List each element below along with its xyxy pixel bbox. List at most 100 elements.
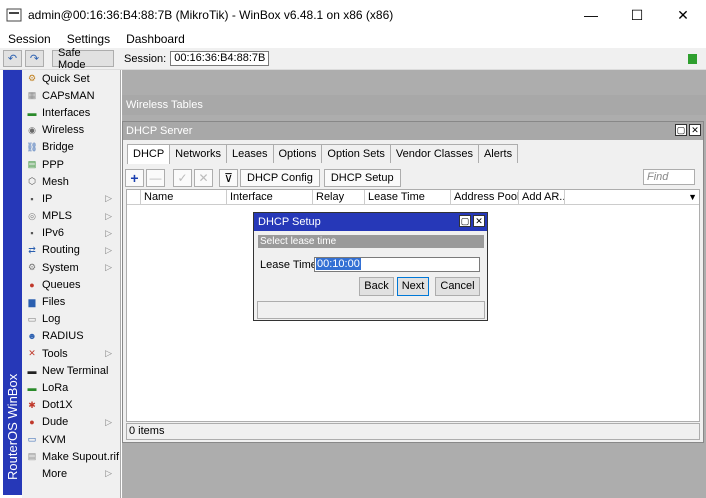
submenu-arrow-icon: ▷ (105, 244, 112, 255)
restore-icon[interactable]: ▢ (459, 215, 471, 227)
wireless-tables-window[interactable]: Wireless Tables (122, 95, 706, 115)
close-icon[interactable]: ✕ (689, 124, 701, 136)
sidebar-item-mpls[interactable]: ◎ MPLS ▷ (22, 208, 120, 225)
sidebar-item-queues[interactable]: ● Queues (22, 276, 120, 293)
sidebar-item-make-supout-rif[interactable]: ▤ Make Supout.rif (22, 448, 120, 465)
lease-time-input[interactable]: 00:10:00 (314, 257, 480, 272)
tab-networks[interactable]: Networks (169, 144, 228, 163)
add-icon[interactable]: + (125, 169, 144, 187)
enable-icon[interactable]: ✓ (173, 169, 192, 187)
ipv6-icon: ▪ (30, 228, 34, 239)
close-icon[interactable]: ✕ (473, 215, 485, 227)
tab-alerts[interactable]: Alerts (477, 144, 519, 163)
sidebar-item-interfaces[interactable]: ▬ Interfaces (22, 104, 120, 121)
sidebar-item-system[interactable]: ⚙ System ▷ (22, 259, 120, 276)
back-button[interactable]: Back (359, 277, 394, 296)
dhcp-server-titlebar[interactable]: DHCP Server ▢ ✕ (123, 122, 703, 140)
winbox-app-icon (6, 8, 22, 22)
sidebar-item-ip[interactable]: ▪ IP ▷ (22, 190, 120, 207)
sidebar-item-dot1x[interactable]: ✱ Dot1X (22, 397, 120, 414)
close-button[interactable]: ✕ (660, 0, 706, 30)
system-icon: ⚙ (27, 262, 37, 273)
disable-icon[interactable]: ✕ (194, 169, 213, 187)
sidebar-item-more[interactable]: More ▷ (22, 465, 120, 482)
column-address-pool[interactable]: Address Pool (451, 190, 519, 204)
sidebar-item-label: Dude (42, 416, 69, 429)
radius-icon: ☻ (27, 331, 37, 342)
dhcp-server-title: DHCP Server (126, 125, 193, 137)
sidebar-item-new-terminal[interactable]: ▬ New Terminal (22, 362, 120, 379)
remove-icon[interactable]: — (146, 169, 165, 187)
routing-icon: ⇄ (28, 244, 36, 255)
minimize-button[interactable]: — (568, 0, 614, 30)
sidebar-item-files[interactable]: ▆ Files (22, 293, 120, 310)
find-input[interactable]: Find (643, 169, 695, 185)
submenu-arrow-icon: ▷ (105, 262, 112, 273)
sidebar-item-label: Quick Set (42, 72, 90, 85)
quickset-icon: ⚙ (27, 73, 37, 84)
restore-icon[interactable]: ▢ (675, 124, 687, 136)
sidebar-item-label: Mesh (42, 175, 69, 188)
maximize-button[interactable]: ☐ (614, 0, 660, 30)
menu-settings[interactable]: Settings (59, 32, 118, 46)
ip-icon: ▪ (30, 193, 34, 204)
column-lease-time[interactable]: Lease Time (365, 190, 451, 204)
filter-icon[interactable]: ⊽ (219, 169, 238, 187)
sidebar-item-bridge[interactable]: ⛓ Bridge (22, 139, 120, 156)
dhcp-setup-titlebar[interactable]: DHCP Setup ▢ ✕ (254, 213, 487, 231)
submenu-arrow-icon: ▷ (105, 348, 112, 359)
sidebar-item-ipv6[interactable]: ▪ IPv6 ▷ (22, 225, 120, 242)
mpls-icon: ◎ (28, 210, 36, 221)
sidebar-item-mesh[interactable]: ⬡ Mesh (22, 173, 120, 190)
column-name[interactable]: Name (141, 190, 227, 204)
tab-options[interactable]: Options (272, 144, 323, 163)
lease-time-value: 00:10:00 (316, 258, 361, 270)
lora-icon: ▬ (27, 382, 37, 393)
column-interface[interactable]: Interface (227, 190, 313, 204)
safe-mode-button[interactable]: Safe Mode (52, 47, 114, 71)
submenu-arrow-icon: ▷ (105, 416, 112, 427)
files-icon: ▆ (28, 296, 36, 307)
sidebar-item-label: Dot1X (42, 399, 73, 412)
submenu-arrow-icon: ▷ (105, 193, 112, 204)
menu-dashboard[interactable]: Dashboard (118, 32, 193, 46)
undo-button[interactable]: ↶ (3, 50, 22, 67)
brand-text: RouterOS WinBox (5, 373, 20, 480)
sidebar-item-quick-set[interactable]: ⚙ Quick Set (22, 70, 120, 87)
sidebar-item-log[interactable]: ▭ Log (22, 311, 120, 328)
table-header: Name Interface Relay Lease Time Address … (127, 190, 699, 205)
sidebar-item-routing[interactable]: ⇄ Routing ▷ (22, 242, 120, 259)
menu-session[interactable]: Session (0, 32, 59, 46)
sidebar-item-label: Tools (42, 347, 68, 360)
tab-dhcp[interactable]: DHCP (127, 144, 171, 164)
submenu-arrow-icon: ▷ (105, 468, 112, 479)
column-add-arp[interactable]: Add AR... (519, 190, 565, 204)
sidebar-item-lora[interactable]: ▬ LoRa (22, 379, 120, 396)
column-relay[interactable]: Relay (313, 190, 365, 204)
sidebar-item-wireless[interactable]: ◉ Wireless (22, 122, 120, 139)
sidebar-item-label: System (42, 261, 79, 274)
window-title: admin@00:16:36:B4:88:7B (MikroTik) - Win… (28, 8, 394, 22)
tab-leases[interactable]: Leases (226, 144, 274, 163)
redo-button[interactable]: ↷ (25, 50, 44, 67)
tab-vendor-classes[interactable]: Vendor Classes (389, 144, 479, 163)
cancel-button[interactable]: Cancel (435, 277, 480, 296)
sidebar-item-capsman[interactable]: ▦ CAPsMAN (22, 87, 120, 104)
dhcp-config-button[interactable]: DHCP Config (240, 169, 320, 187)
lease-time-label: Lease Time: (260, 259, 320, 271)
sidebar-item-ppp[interactable]: ▤ PPP (22, 156, 120, 173)
title-bar: admin@00:16:36:B4:88:7B (MikroTik) - Win… (0, 0, 706, 30)
submenu-arrow-icon: ▷ (105, 210, 112, 221)
sidebar-item-tools[interactable]: ✕ Tools ▷ (22, 345, 120, 362)
capsman-icon: ▦ (27, 90, 37, 101)
tab-option-sets[interactable]: Option Sets (321, 144, 391, 163)
sidebar-item-dude[interactable]: ● Dude ▷ (22, 414, 120, 431)
sidebar-item-radius[interactable]: ☻ RADIUS (22, 328, 120, 345)
tools-icon: ✕ (28, 348, 36, 359)
columns-dropdown-icon[interactable]: ▼ (688, 192, 697, 202)
sidebar-item-kvm[interactable]: ▭ KVM (22, 431, 120, 448)
sidebar-item-label: IPv6 (42, 227, 65, 240)
next-button[interactable]: Next (397, 277, 429, 296)
sidebar-item-label: KVM (42, 433, 66, 446)
dhcp-setup-button[interactable]: DHCP Setup (323, 169, 401, 187)
